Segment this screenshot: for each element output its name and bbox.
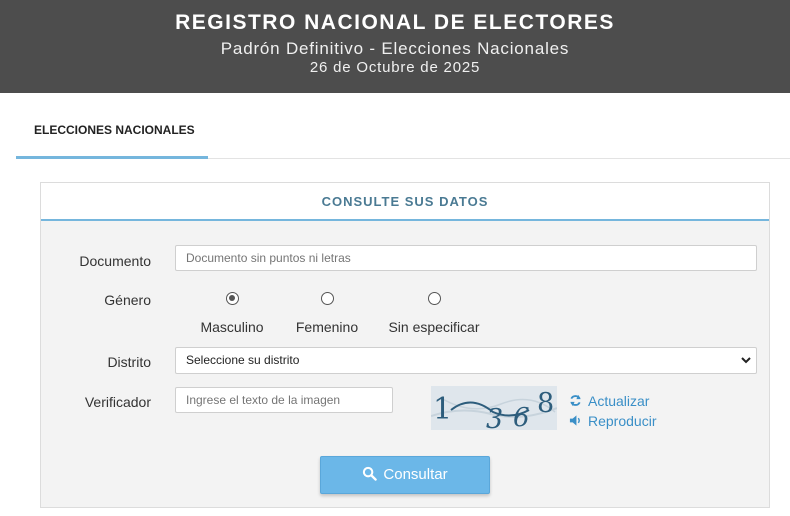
header-title: REGISTRO NACIONAL DE ELECTORES xyxy=(175,11,615,34)
radio-femenino[interactable]: Femenino xyxy=(287,292,367,335)
documento-input[interactable] xyxy=(175,245,757,271)
reproducir-label: Reproducir xyxy=(588,413,657,429)
verificador-label: Verificador xyxy=(84,394,151,410)
speaker-icon xyxy=(569,415,580,426)
search-icon xyxy=(363,466,378,481)
radio-masculino[interactable]: Masculino xyxy=(192,292,272,335)
distrito-selected-value: Seleccione su distrito xyxy=(186,353,300,367)
actualizar-link[interactable]: Actualizar xyxy=(569,393,649,409)
svg-text:6: 6 xyxy=(513,403,530,430)
genero-label: Género xyxy=(104,292,151,308)
chevron-down-icon xyxy=(741,357,751,364)
consultar-label: Consultar xyxy=(383,466,448,483)
distrito-label: Distrito xyxy=(107,354,151,370)
radio-femenino-label: Femenino xyxy=(295,319,359,335)
radio-femenino-button[interactable] xyxy=(320,292,334,305)
consultar-button[interactable]: Consultar xyxy=(320,456,490,494)
consulta-panel: CONSULTE SUS DATOS Documento Género Masc… xyxy=(40,182,770,508)
panel-heading: CONSULTE SUS DATOS xyxy=(41,183,769,221)
documento-label: Documento xyxy=(79,253,151,269)
svg-text:3: 3 xyxy=(486,404,503,430)
refresh-icon xyxy=(570,394,581,407)
captcha-image: 1 3 6 8 1368 xyxy=(431,386,557,430)
radio-sin-especificar-button[interactable] xyxy=(427,292,441,305)
tab-bar: ELECCIONES NACIONALES xyxy=(16,93,790,159)
svg-text:8: 8 xyxy=(537,388,554,419)
tab-elecciones-nacionales[interactable]: ELECCIONES NACIONALES xyxy=(16,93,208,159)
svg-text:1: 1 xyxy=(433,392,452,427)
radio-masculino-button[interactable] xyxy=(225,292,239,305)
radio-sin-especificar-label: Sin especificar xyxy=(388,319,480,335)
header-date: 26 de Octubre de 2025 xyxy=(309,59,481,76)
captcha-graphic: 1 3 6 8 1368 xyxy=(431,388,557,430)
header-subtitle: Padrón Definitivo - Elecciones Nacionale… xyxy=(220,39,570,58)
reproducir-link[interactable]: Reproducir xyxy=(569,413,656,429)
tab-label: ELECCIONES NACIONALES xyxy=(34,123,195,137)
radio-masculino-label: Masculino xyxy=(200,319,264,335)
radio-sin-especificar[interactable]: Sin especificar xyxy=(384,292,484,335)
actualizar-label: Actualizar xyxy=(588,393,650,409)
verificador-input[interactable] xyxy=(175,387,393,413)
page-header: REGISTRO NACIONAL DE ELECTORES Padrón De… xyxy=(0,0,790,93)
distrito-select[interactable]: Seleccione su distrito xyxy=(175,347,757,374)
panel-title: CONSULTE SUS DATOS xyxy=(321,194,489,209)
